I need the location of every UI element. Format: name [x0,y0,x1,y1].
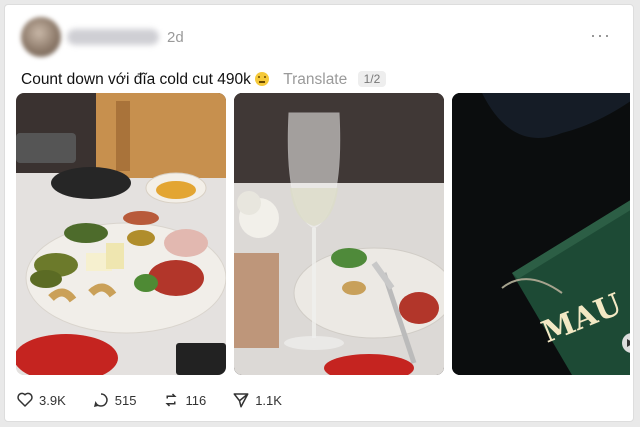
more-options-icon[interactable]: ··· [590,25,611,46]
repost-count: 116 [185,392,207,408]
like-button[interactable]: 3.9K [16,391,66,409]
post-stats-bar: 3.9K 515 116 1.1K [16,390,308,410]
share-count: 1.1K [255,392,282,408]
heart-icon [17,392,33,407]
reply-count: 515 [114,392,137,408]
like-count: 3.9K [39,392,66,408]
comment-icon [93,393,108,408]
photo-wine-glass[interactable] [234,93,444,375]
repost-button[interactable]: 116 [162,391,206,409]
translate-link[interactable]: Translate [283,71,347,88]
send-icon [233,393,249,408]
photo-mau-sign[interactable]: MAU [452,93,630,375]
username-blurred[interactable] [67,29,159,45]
reply-button[interactable]: 515 [92,391,137,409]
post-time: 2d [167,29,184,46]
avatar[interactable] [21,17,61,57]
post-caption: Count down với đĩa cold cut 490k Transla… [21,71,387,89]
photo-gallery[interactable]: MAU [16,93,630,375]
share-button[interactable]: 1.1K [232,391,282,409]
smile-emoji-icon [254,72,269,86]
repost-icon [165,393,178,407]
page-indicator: 1/2 [357,71,387,87]
caption-text: Count down với đĩa cold cut 490k [21,71,251,88]
photo-cold-cut-plate[interactable] [16,93,226,375]
